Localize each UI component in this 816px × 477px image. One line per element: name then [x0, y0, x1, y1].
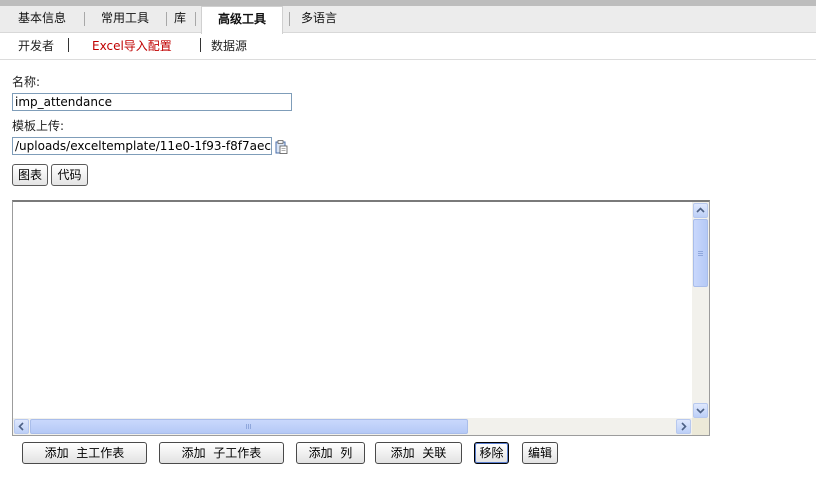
tab-separator [195, 12, 196, 26]
code-view-button[interactable]: 代码 [51, 164, 88, 186]
tab-basic-info[interactable]: 基本信息 [6, 6, 78, 32]
tab-separator [289, 12, 290, 26]
thumb-grip [698, 253, 703, 254]
scroll-down-button[interactable] [693, 403, 708, 418]
name-input[interactable]: imp_attendance [12, 93, 292, 111]
add-relation-button[interactable]: 添加 关联 [375, 442, 462, 464]
name-label: 名称: [12, 75, 41, 89]
scroll-right-button[interactable] [676, 419, 691, 434]
main-tab-bar: 基本信息 常用工具 库 高级工具 多语言 [0, 6, 816, 34]
vertical-scroll-thumb[interactable] [693, 219, 708, 287]
chart-view-button[interactable]: 图表 [12, 164, 48, 186]
chevron-right-icon [681, 422, 687, 431]
subnav-developer[interactable]: 开发者 [18, 37, 54, 54]
sub-nav-bar: 开发者 Excel导入配置 数据源 [0, 33, 816, 60]
remove-button[interactable]: 移除 [474, 442, 509, 464]
subnav-excel-import-config[interactable]: Excel导入配置 [92, 37, 172, 54]
add-sub-sheet-button[interactable]: 添加 子工作表 [159, 442, 284, 464]
thumb-grip [248, 424, 249, 429]
config-panel[interactable] [12, 200, 710, 436]
add-column-button[interactable]: 添加 列 [296, 442, 365, 464]
scroll-left-button[interactable] [14, 419, 29, 434]
thumb-grip [698, 255, 703, 256]
tab-library[interactable]: 库 [170, 6, 190, 32]
tab-advanced-tools[interactable]: 高级工具 [201, 6, 283, 34]
subnav-datasource[interactable]: 数据源 [211, 37, 247, 54]
tab-separator [84, 12, 85, 26]
tab-separator [166, 12, 167, 26]
template-upload-label: 模板上传: [12, 119, 65, 133]
thumb-grip [246, 424, 247, 429]
scrollbar-corner [692, 418, 709, 435]
edit-button[interactable]: 编辑 [522, 442, 558, 464]
template-path-input[interactable]: /uploads/exceltemplate/11e0-1f93-f8f7aec… [12, 137, 272, 155]
tab-multilanguage[interactable]: 多语言 [294, 6, 344, 32]
scroll-up-button[interactable] [693, 203, 708, 218]
subnav-separator [200, 38, 201, 52]
subnav-separator [68, 38, 69, 52]
chevron-left-icon [18, 422, 24, 431]
horizontal-scroll-thumb[interactable] [30, 419, 468, 434]
thumb-grip [250, 424, 251, 429]
tab-common-tools[interactable]: 常用工具 [90, 6, 160, 32]
paste-icon[interactable] [274, 140, 288, 154]
add-main-sheet-button[interactable]: 添加 主工作表 [22, 442, 147, 464]
thumb-grip [698, 251, 703, 252]
vertical-scrollbar[interactable] [692, 202, 709, 419]
chevron-up-icon [696, 207, 705, 213]
chevron-down-icon [696, 408, 705, 414]
horizontal-scrollbar[interactable] [13, 418, 692, 435]
